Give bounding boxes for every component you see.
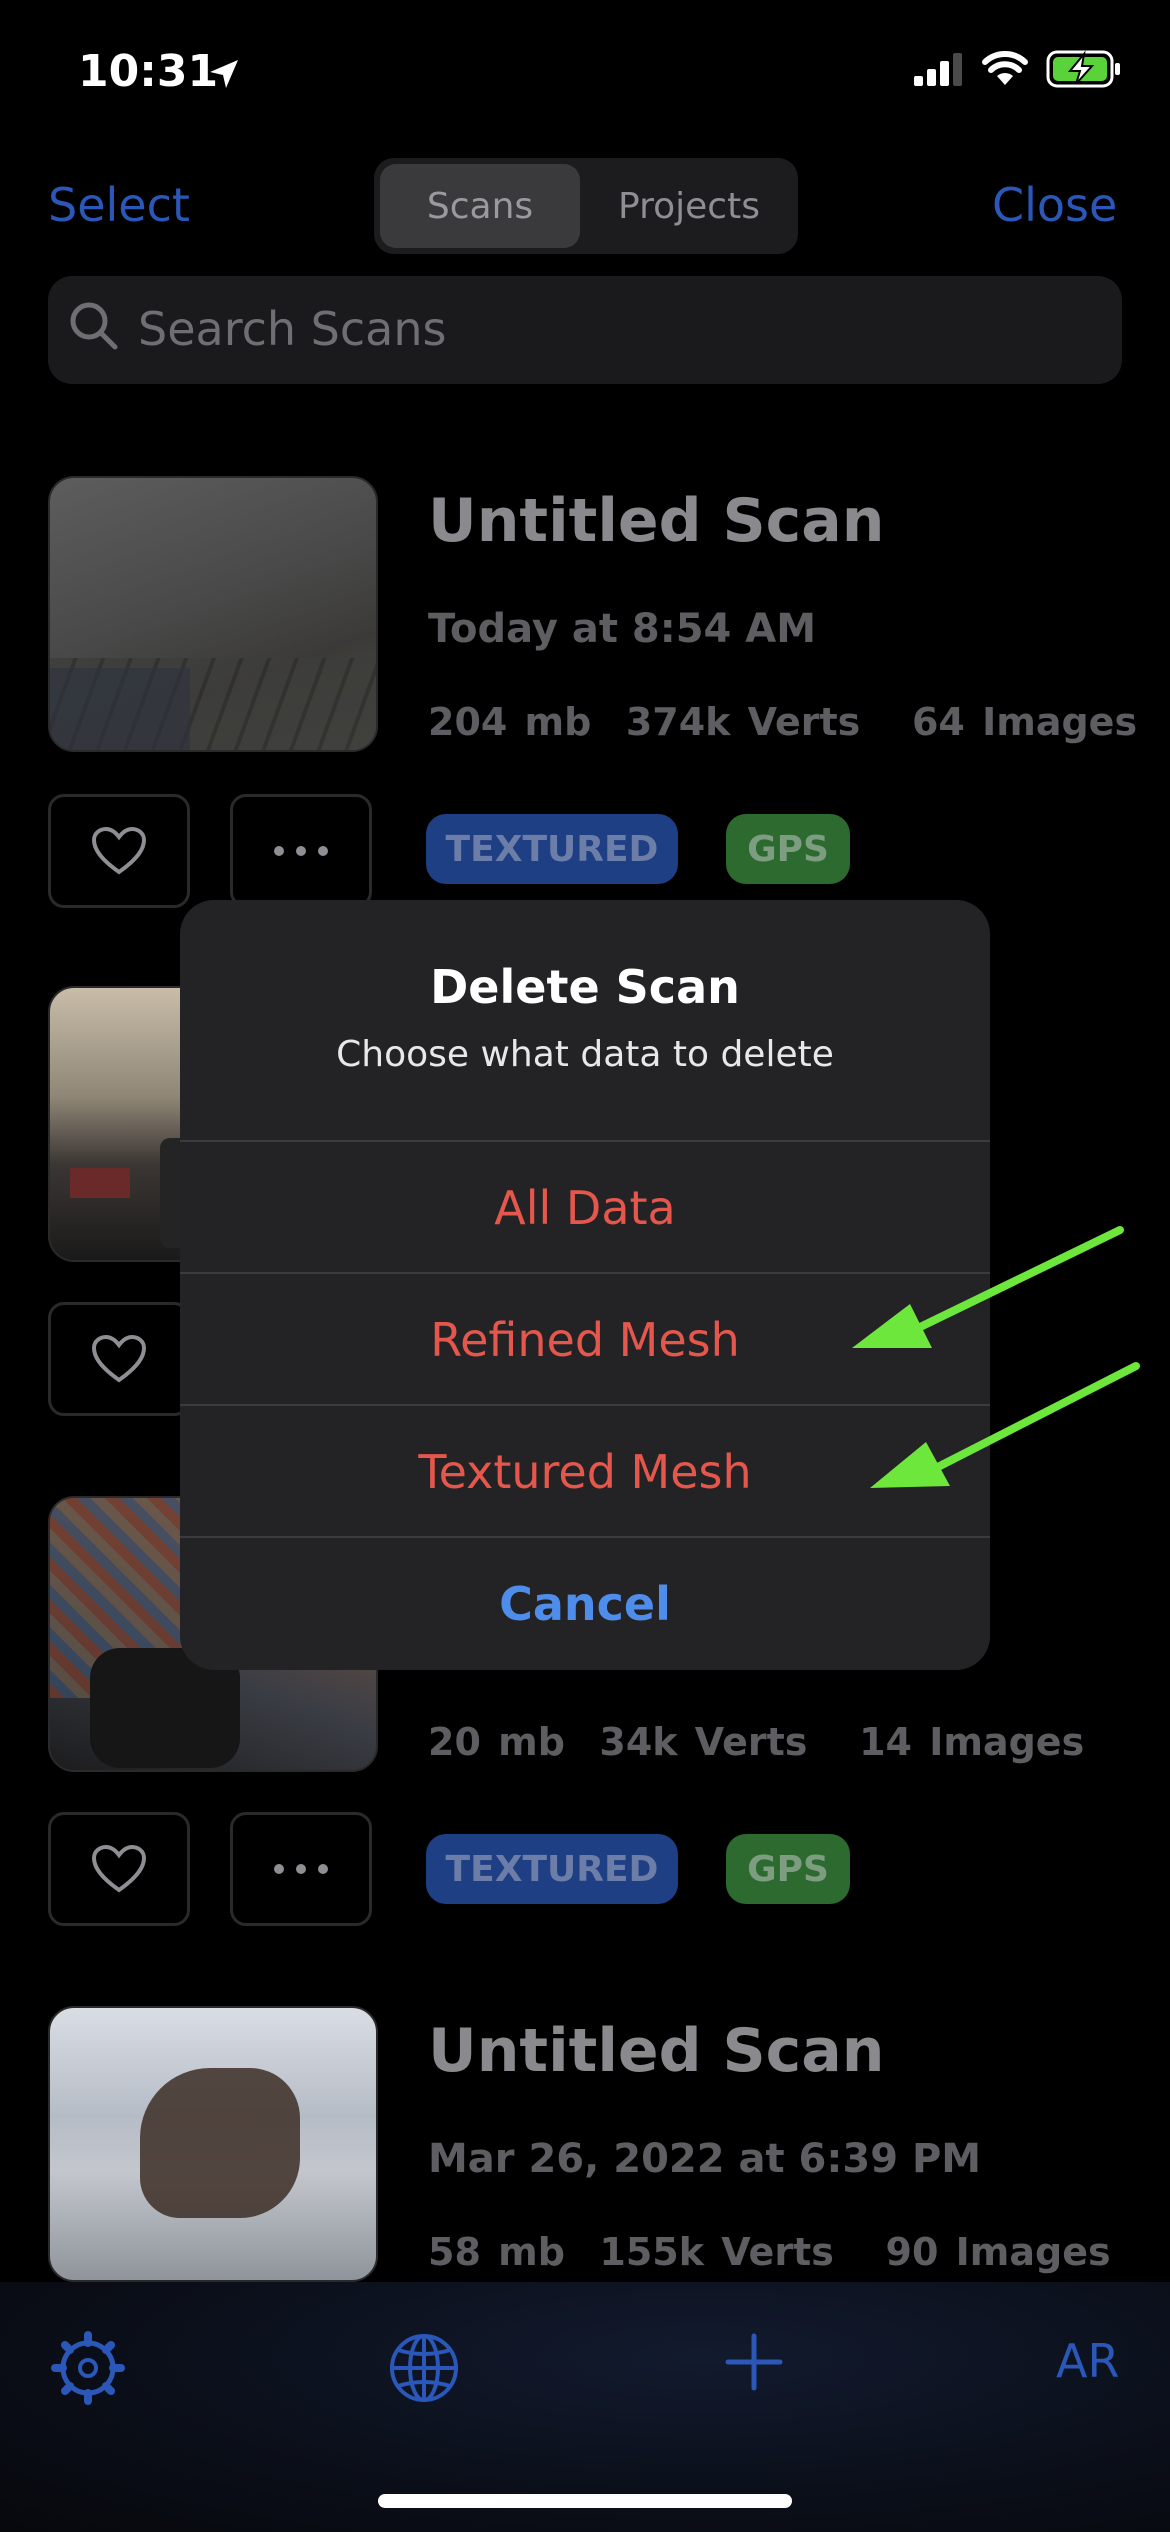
status-time: 10:31 <box>78 46 219 97</box>
annotation-arrows <box>852 1226 1140 1488</box>
scan-size: 204 mb <box>428 700 592 744</box>
search-icon <box>70 302 118 350</box>
wifi-icon <box>982 51 1028 85</box>
dialog-title: Delete Scan <box>430 960 740 1014</box>
scan-date: Today at 8:54 AM <box>428 606 817 652</box>
segment-scans[interactable]: Scans <box>380 164 580 248</box>
segment-projects[interactable]: Projects <box>586 164 792 248</box>
scan-images: 64 Images <box>911 700 1138 744</box>
scan-verts: 374k Verts <box>625 700 861 744</box>
heart-icon <box>91 826 147 875</box>
location-arrow-icon <box>210 60 238 88</box>
cellular-signal-icon <box>914 53 962 86</box>
gps-badge: GPS <box>726 1834 850 1904</box>
favorite-button[interactable] <box>48 1302 190 1416</box>
scan-size: 20 mb <box>428 1720 565 1764</box>
scan-stats: 20 mb 34k Verts 14 Images <box>428 1720 1084 1764</box>
heart-icon <box>91 1334 147 1383</box>
plus-icon[interactable] <box>724 2332 784 2392</box>
gear-icon[interactable] <box>50 2330 126 2406</box>
cancel-button[interactable]: Cancel <box>180 1536 990 1670</box>
textured-badge: TEXTURED <box>426 814 678 884</box>
battery-charging-icon <box>1046 50 1120 88</box>
dialog-message: Choose what data to delete <box>336 1034 834 1075</box>
close-button[interactable]: Close <box>992 178 1117 232</box>
scope-segmented-control: Scans Projects <box>374 158 798 254</box>
scan-images: 90 Images <box>885 2230 1111 2274</box>
scan-size: 58 mb <box>428 2230 565 2274</box>
arrow-icon <box>852 1226 1124 1348</box>
search-input[interactable]: Search Scans <box>138 302 446 356</box>
arrow-icon <box>870 1362 1140 1488</box>
status-icons <box>914 50 1122 88</box>
ellipsis-icon <box>274 846 328 856</box>
more-button[interactable] <box>230 794 372 908</box>
textured-badge: TEXTURED <box>426 1834 678 1904</box>
scan-stats: 204 mb 374k Verts 64 Images <box>428 700 1137 744</box>
scan-verts: 34k Verts <box>599 1720 808 1764</box>
scan-title: Untitled Scan <box>428 2016 885 2086</box>
ellipsis-icon <box>274 1864 328 1874</box>
select-button[interactable]: Select <box>48 178 190 232</box>
heart-icon <box>91 1844 147 1893</box>
scan-verts: 155k Verts <box>599 2230 834 2274</box>
scan-title: Untitled Scan <box>428 486 885 556</box>
scan-stats: 58 mb 155k Verts 90 Images <box>428 2230 1111 2274</box>
scan-images: 14 Images <box>859 1720 1085 1764</box>
favorite-button[interactable] <box>48 1812 190 1926</box>
more-button[interactable] <box>230 1812 372 1926</box>
scan-thumbnail[interactable] <box>48 476 378 752</box>
globe-icon[interactable] <box>384 2328 464 2408</box>
scan-date: Mar 26, 2022 at 6:39 PM <box>428 2136 982 2182</box>
home-indicator <box>378 2494 792 2508</box>
gps-badge: GPS <box>726 814 850 884</box>
favorite-button[interactable] <box>48 794 190 908</box>
scan-thumbnail[interactable] <box>48 2006 378 2282</box>
ar-tab-button[interactable]: AR <box>1056 2334 1119 2388</box>
